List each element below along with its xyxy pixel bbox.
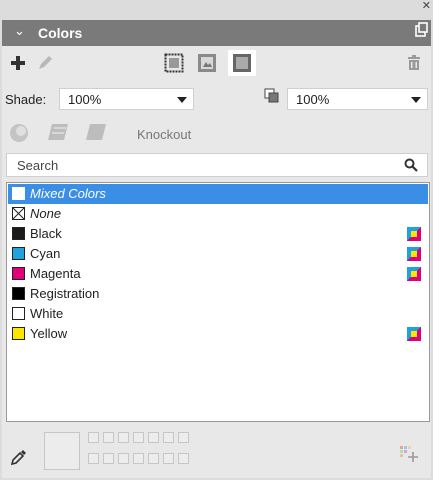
content-icon[interactable] <box>197 53 217 73</box>
color-name: White <box>30 306 64 321</box>
swatch-registration <box>12 287 25 300</box>
add-swatch-grid-icon[interactable] <box>400 446 418 464</box>
recent-color-slot[interactable] <box>88 432 99 443</box>
current-color-preview <box>44 432 80 470</box>
color-name: None <box>30 206 62 221</box>
close-icon[interactable]: ✕ <box>422 0 431 12</box>
color-name: Black <box>30 226 62 241</box>
panel-titlebar[interactable]: ⌄ Colors <box>2 20 431 46</box>
recent-color-slot[interactable] <box>118 432 129 443</box>
knockout-icon[interactable] <box>84 122 108 142</box>
plus-icon[interactable] <box>10 55 26 71</box>
panel-footer <box>2 424 431 480</box>
list-item[interactable]: Yellow <box>8 324 428 344</box>
swatch-black <box>12 227 25 240</box>
list-item[interactable]: Mixed Colors <box>8 184 428 204</box>
recent-color-slot[interactable] <box>88 453 99 464</box>
knockout-label: Knockout <box>137 127 192 142</box>
recent-color-slot[interactable] <box>103 432 114 443</box>
recent-color-slot[interactable] <box>148 432 159 443</box>
trash-icon[interactable] <box>406 55 422 71</box>
swatch-white <box>12 307 25 320</box>
gradient-icon[interactable] <box>8 122 30 144</box>
text-fill-button[interactable] <box>228 50 256 76</box>
search-placeholder: Search <box>17 158 59 173</box>
panel-menu-icon[interactable] <box>414 22 428 38</box>
eyedropper-icon[interactable] <box>10 448 28 466</box>
list-item[interactable]: None <box>8 204 428 224</box>
swatch-yellow <box>12 327 25 340</box>
recent-color-slot[interactable] <box>118 453 129 464</box>
shade-label: Shade: <box>5 92 47 107</box>
process-color-icon <box>407 227 421 241</box>
swatch-magenta <box>12 267 25 280</box>
opacity-icon <box>264 88 279 103</box>
list-item[interactable]: Registration <box>8 284 428 304</box>
search-field[interactable]: Search <box>6 153 428 177</box>
recent-color-slot[interactable] <box>133 453 144 464</box>
recent-color-slot[interactable] <box>148 453 159 464</box>
search-icon[interactable] <box>404 158 418 172</box>
top-strip: ✕ <box>0 0 433 20</box>
chevron-down-icon[interactable]: ⌄ <box>14 24 25 39</box>
shade-value: 100% <box>68 92 102 107</box>
frame-icon[interactable] <box>164 53 184 73</box>
recent-color-slot[interactable] <box>178 432 189 443</box>
list-item[interactable]: Black <box>8 224 428 244</box>
panel-title: Colors <box>38 25 83 41</box>
list-item[interactable]: Magenta <box>8 264 428 284</box>
swatch-mixed <box>12 187 25 200</box>
recent-color-slot[interactable] <box>103 453 114 464</box>
process-color-icon <box>407 327 421 341</box>
list-item[interactable]: Cyan <box>8 244 428 264</box>
color-name: Yellow <box>30 326 68 341</box>
swatch-cyan <box>12 247 25 260</box>
overprint-icon[interactable] <box>46 122 70 142</box>
recent-color-slot[interactable] <box>178 453 189 464</box>
color-list[interactable]: Mixed Colors None Black Cyan Magenta Reg… <box>6 182 430 422</box>
color-name: Registration <box>30 286 100 301</box>
none-swatch-icon <box>12 207 25 220</box>
recent-color-slot[interactable] <box>133 432 144 443</box>
shade-dropdown[interactable]: 100% <box>59 88 194 110</box>
colors-panel: Shade: 100% 100% Knockout Search Mixed C… <box>2 46 431 478</box>
pencil-icon[interactable] <box>36 54 54 72</box>
process-color-icon <box>407 247 421 261</box>
list-item[interactable]: White <box>8 304 428 324</box>
process-color-icon <box>407 267 421 281</box>
recent-color-slot[interactable] <box>163 453 174 464</box>
color-name: Magenta <box>30 266 81 281</box>
opacity-dropdown[interactable]: 100% <box>287 88 428 110</box>
color-name: Mixed Colors <box>30 186 106 201</box>
chevron-down-icon <box>411 97 421 103</box>
chevron-down-icon <box>177 97 187 103</box>
recent-color-slot[interactable] <box>163 432 174 443</box>
color-name: Cyan <box>30 246 61 261</box>
opacity-value: 100% <box>296 92 330 107</box>
text-fill-icon <box>233 54 251 72</box>
